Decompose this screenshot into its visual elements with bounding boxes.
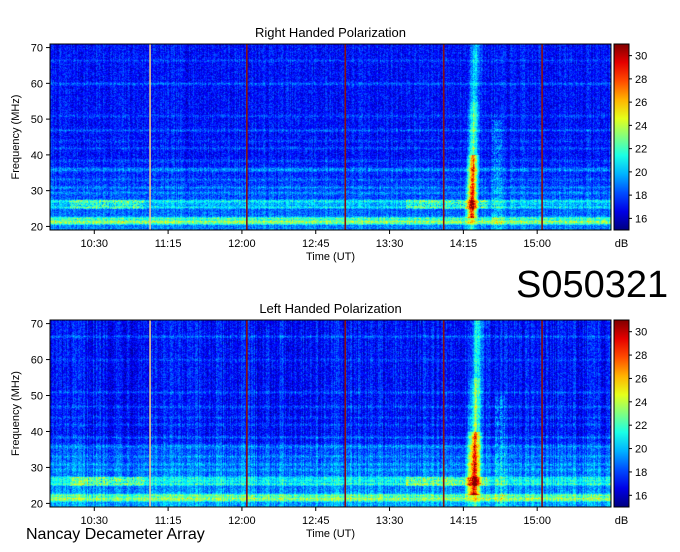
x-tick-label: 14:15: [450, 238, 478, 250]
colorbar-tick-label: 26: [635, 97, 647, 109]
colorbar-tick-label: 24: [635, 120, 647, 132]
y-tick-label: 60: [31, 355, 43, 367]
colorbar-tick-label: 18: [635, 467, 647, 479]
x-tick-label: 13:30: [376, 515, 404, 527]
colorbar-tick-label: 28: [635, 74, 647, 86]
y-axis-label: Frequency (MHz): [10, 371, 22, 456]
colorbar-tick-label: 22: [635, 144, 647, 156]
y-tick-label: 30: [31, 186, 43, 198]
x-axis-label: Time (UT): [306, 251, 355, 263]
y-tick-label: 40: [31, 426, 43, 438]
panel-right-polarization: Right Handed Polarization 10:30 11:15 12:00…: [10, 25, 647, 263]
colorbar-tick-label: 24: [635, 397, 647, 409]
spectrogram-image: [50, 44, 611, 230]
y-tick-label: 30: [31, 462, 43, 474]
panel-title: Right Handed Polarization: [255, 25, 406, 40]
colorbar-label: dB: [615, 515, 628, 527]
x-tick-label: 14:15: [450, 515, 478, 527]
y-tick-label: 50: [31, 114, 43, 126]
colorbar-tick-label: 28: [635, 350, 647, 362]
y-tick-label: 60: [31, 78, 43, 90]
x-tick-label: 10:30: [81, 238, 109, 250]
x-tick-label: 13:30: [376, 238, 404, 250]
observation-code: S050321: [516, 264, 669, 306]
x-tick-label: 15:00: [523, 515, 551, 527]
y-tick-label: 20: [31, 498, 43, 510]
colorbar-tick-label: 20: [635, 444, 647, 456]
colorbar-tick-label: 26: [635, 373, 647, 385]
x-tick-label: 12:00: [228, 238, 256, 250]
x-tick-label: 15:00: [523, 238, 551, 250]
x-tick-label: 12:45: [302, 238, 330, 250]
y-tick-label: 40: [31, 150, 43, 162]
colorbar-tick-label: 16: [635, 490, 647, 502]
y-tick-label: 20: [31, 221, 43, 233]
x-tick-label: 12:00: [228, 515, 256, 527]
colorbar-tick-label: 20: [635, 167, 647, 179]
spectrogram-image: [50, 320, 611, 507]
colorbar: [613, 319, 630, 508]
panel-left-polarization: Left Handed Polarization10:30 11:15 12:00 1…: [10, 301, 647, 540]
colorbar-tick-label: 30: [635, 51, 647, 63]
y-tick-label: 70: [31, 43, 43, 55]
y-axis-label: Frequency (MHz): [10, 95, 22, 180]
x-tick-label: 12:45: [302, 515, 330, 527]
instrument-credit: Nancay Decameter Array: [26, 526, 205, 543]
panel-title: Left Handed Polarization: [259, 301, 401, 316]
colorbar-tick-label: 30: [635, 327, 647, 339]
colorbar: [613, 43, 630, 231]
colorbar-tick-label: 18: [635, 190, 647, 202]
colorbar-tick-label: 22: [635, 420, 647, 432]
colorbar-tick-label: 16: [635, 213, 647, 225]
colorbar-label: dB: [615, 238, 628, 250]
x-tick-label: 11:15: [155, 238, 182, 250]
x-axis-label: Time (UT): [306, 528, 355, 540]
y-tick-label: 70: [31, 319, 43, 331]
y-tick-label: 50: [31, 391, 43, 403]
